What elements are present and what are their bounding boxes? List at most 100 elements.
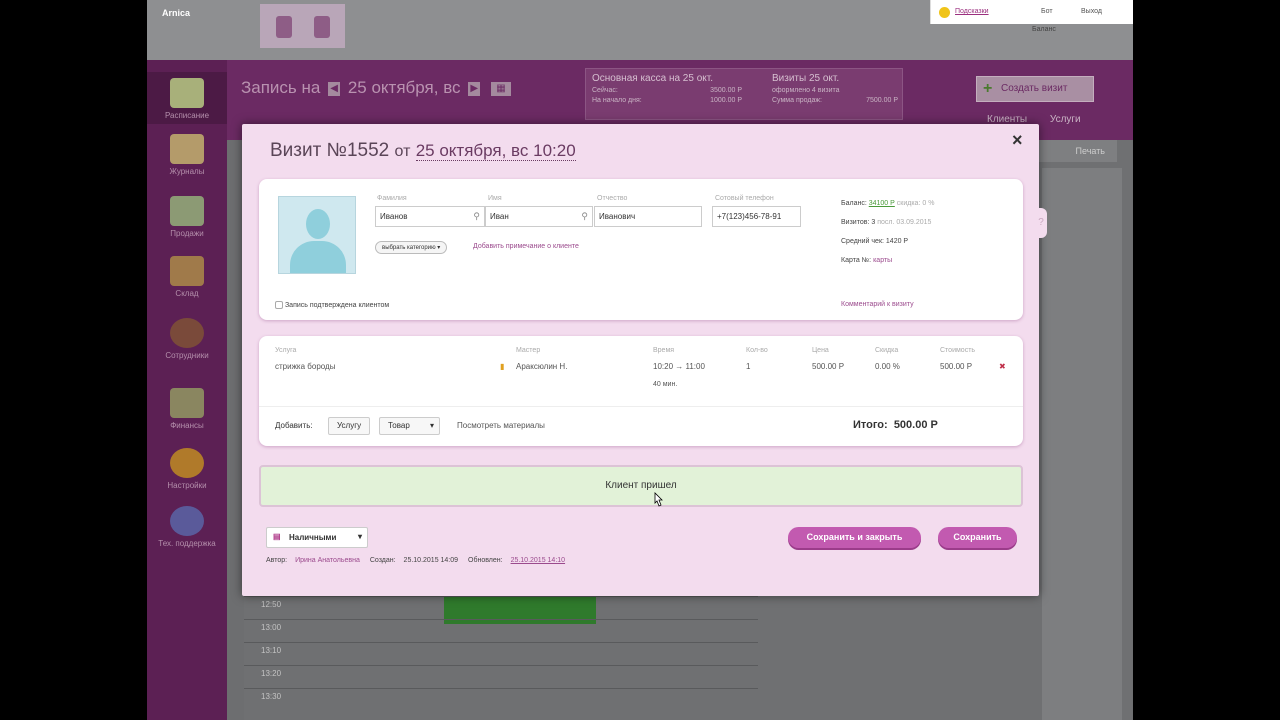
search-icon[interactable]: ⚲ <box>473 211 480 222</box>
master-name[interactable]: Араксюлин Н. <box>516 362 567 371</box>
payment-select[interactable]: ▤ Наличными ▾ <box>266 527 368 548</box>
service-cost: 500.00 Р <box>940 362 973 371</box>
print-button[interactable]: Печать <box>1037 140 1117 162</box>
top-bar: Arnica Подсказки Бот Выход Баланс <box>147 0 1133 60</box>
prev-day-button[interactable]: ◀ <box>328 81 341 96</box>
card-value[interactable]: карты <box>873 257 892 264</box>
time-row[interactable]: 13:30 <box>244 688 758 711</box>
confirmed-label: Запись подтверждена клиентом <box>284 301 390 309</box>
cash-icon: ▤ <box>273 532 281 541</box>
search-icon[interactable]: ⚲ <box>581 211 588 222</box>
col-header-time: Время <box>653 347 675 354</box>
sidebar-item-staff[interactable]: Сотрудники <box>147 318 227 360</box>
add-note-link[interactable]: Добавить примечание о клиенте <box>473 243 579 250</box>
phone-icon[interactable] <box>276 16 292 38</box>
avg-value: 1420 Р <box>885 238 909 245</box>
time-row[interactable]: 13:20 <box>244 665 758 688</box>
name-value: Иван <box>490 212 509 221</box>
total-row: Итого: 500.00 Р <box>853 419 938 431</box>
service-time[interactable]: 10:20 → 11:00 <box>653 362 705 371</box>
author-link[interactable]: Ирина Анатольевна <box>295 557 360 564</box>
hint-icon <box>939 7 950 18</box>
cash-row-value: 1000.00 Р <box>710 97 742 104</box>
discount-value: 0 % <box>922 200 935 207</box>
visits-row-label: Сумма продаж: <box>772 97 822 104</box>
patronymic-field[interactable]: Иванович <box>594 206 702 227</box>
phone-label: Сотовый телефон <box>715 195 774 202</box>
sidebar-item-label: Продажи <box>170 229 204 238</box>
client-panel: Фамилия Иванов ⚲ Имя Иван ⚲ Отчество Ивано… <box>259 179 1023 320</box>
name-field[interactable]: Иван ⚲ <box>485 206 593 227</box>
current-date[interactable]: 25 октября, вс <box>348 78 461 97</box>
sidebar-item-label: Журналы <box>169 167 205 176</box>
hint-bar: Подсказки Бот Выход <box>930 0 1133 24</box>
sidebar-item-schedule[interactable]: Расписание <box>147 72 227 124</box>
time-rows: 12:50 13:00 13:10 13:20 13:30 <box>244 596 758 720</box>
sidebar-item-sales[interactable]: Продажи <box>147 196 227 238</box>
cash-title: Основная касса на 25 окт. <box>592 73 714 84</box>
cash-row: Сейчас: 3500.00 Р <box>592 86 742 96</box>
service-price[interactable]: 500.00 Р <box>812 362 844 371</box>
help-icon <box>170 506 204 536</box>
sidebar-item-settings[interactable]: Настройки <box>147 448 227 490</box>
sidebar-item-support[interactable]: Тех. поддержка <box>147 506 227 548</box>
confirmed-row[interactable]: Запись подтверждена клиентом <box>275 301 389 309</box>
phone-value: +7(123)456-78-91 <box>717 212 782 221</box>
phone-field[interactable]: +7(123)456-78-91 <box>712 206 801 227</box>
visits-label: Визитов: <box>841 219 870 226</box>
add-goods-button[interactable]: Товар ▾ <box>379 417 440 435</box>
finance-icon <box>170 388 204 418</box>
add-label: Добавить: <box>275 421 313 430</box>
surname-label: Фамилия <box>377 195 407 202</box>
schedule-icon <box>170 78 204 108</box>
save-close-button[interactable]: Сохранить и закрыть <box>788 527 921 548</box>
phone-badge-icon[interactable] <box>314 16 330 38</box>
time-row[interactable]: 13:10 <box>244 642 758 665</box>
materials-link[interactable]: Посмотреть материалы <box>457 421 545 430</box>
balance-value[interactable]: 34100 Р <box>869 200 895 207</box>
next-day-button[interactable]: ▶ <box>468 81 481 96</box>
save-button[interactable]: Сохранить <box>938 527 1017 548</box>
surname-field[interactable]: Иванов ⚲ <box>375 206 485 227</box>
time-label: 13:20 <box>261 669 282 678</box>
comment-link[interactable]: Комментарий к визиту <box>841 301 914 308</box>
delete-icon[interactable]: ✖ <box>999 362 1006 371</box>
client-avatar[interactable] <box>278 196 356 274</box>
updated-link[interactable]: 25.10.2015 14:10 <box>511 557 566 564</box>
service-qty[interactable]: 1 <box>746 362 750 371</box>
page-title: Запись на ◀ 25 октября, вс ▶ ▦ <box>241 78 514 98</box>
time-row[interactable]: 12:50 <box>244 596 758 619</box>
category-select[interactable]: выбрать категорию ▾ <box>375 241 448 254</box>
time-row[interactable]: 13:00 <box>244 619 758 642</box>
calendar-icon[interactable]: ▦ <box>491 81 511 96</box>
payment-label: Наличными <box>289 533 337 542</box>
add-service-button[interactable]: Услугу <box>328 417 371 435</box>
create-visit-button[interactable]: + Создать визит <box>976 76 1094 102</box>
name-label: Имя <box>488 195 502 202</box>
close-icon[interactable]: × <box>1012 130 1023 151</box>
services-link[interactable]: Услуги <box>1050 114 1081 125</box>
patronymic-label: Отчество <box>597 195 628 202</box>
patronymic-value: Иванович <box>599 212 636 221</box>
client-arrived-button[interactable]: Клиент пришел <box>259 465 1023 507</box>
visits-column: Визиты 25 окт. оформлено 4 визита Сумма … <box>772 73 898 106</box>
top-icons[interactable] <box>260 4 345 48</box>
col-header-discount: Скидка <box>875 347 899 354</box>
help-icon[interactable]: ? <box>1035 208 1047 238</box>
add-goods-label: Товар <box>388 421 410 430</box>
avg-check-row: Средний чек: 1420 Р <box>841 238 908 245</box>
sidebar-item-journals[interactable]: Журналы <box>147 134 227 176</box>
create-visit-label: Создать визит <box>1001 83 1068 94</box>
service-name[interactable]: стрижка бороды <box>275 362 335 371</box>
logout-link[interactable]: Выход <box>1081 8 1102 15</box>
confirmed-checkbox[interactable] <box>275 301 283 309</box>
bot-label[interactable]: Бот <box>1041 8 1053 15</box>
sidebar-item-label: Настройки <box>167 481 207 490</box>
service-discount[interactable]: 0.00 % <box>875 362 900 371</box>
visit-datetime[interactable]: 25 октября, вс 10:20 <box>415 141 576 161</box>
col-header-master: Мастер <box>516 347 541 354</box>
sidebar-item-finance[interactable]: Финансы <box>147 388 227 430</box>
hints-link[interactable]: Подсказки <box>955 8 989 15</box>
visits-value: 3 <box>871 219 876 226</box>
sidebar-item-warehouse[interactable]: Склад <box>147 256 227 298</box>
